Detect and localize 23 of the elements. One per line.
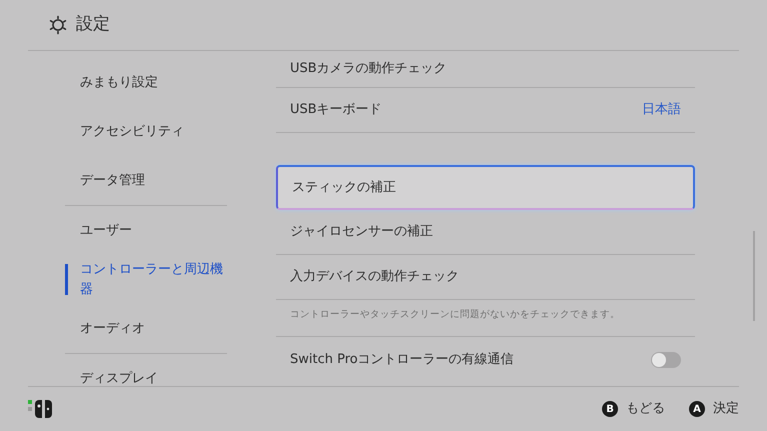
- settings-icon: [48, 15, 68, 35]
- page-title: 設定: [76, 13, 110, 36]
- settings-item[interactable]: USBカメラの動作チェック: [276, 51, 695, 88]
- button-glyph: A: [689, 401, 705, 417]
- setting-label: Switch Proコントローラーの有線通信: [290, 351, 514, 369]
- settings-item[interactable]: スティックの補正: [276, 165, 695, 210]
- toggle-switch[interactable]: [651, 352, 681, 368]
- setting-value: 日本語: [642, 101, 681, 120]
- sidebar-item[interactable]: アクセシビリティ: [65, 107, 227, 156]
- sidebar-item[interactable]: ディスプレイ: [65, 354, 227, 386]
- action-label[interactable]: 決定: [713, 399, 739, 419]
- settings-item[interactable]: ジャイロセンサーの補正: [276, 210, 695, 255]
- action-label[interactable]: もどる: [626, 399, 665, 419]
- sidebar-item[interactable]: データ管理: [65, 156, 227, 205]
- sidebar-item[interactable]: みまもり設定: [65, 58, 227, 107]
- button-glyph: B: [602, 401, 618, 417]
- setting-description: コントローラーやタッチスクリーンに問題がないかをチェックできます。: [276, 300, 695, 338]
- settings-item[interactable]: USBキーボード 日本語: [276, 88, 695, 133]
- sidebar-item[interactable]: コントローラーと周辺機器: [65, 255, 227, 304]
- settings-item[interactable]: 入力デバイスの動作チェック: [276, 255, 695, 300]
- sidebar-item[interactable]: ユーザー: [65, 206, 227, 255]
- sidebar-item[interactable]: オーディオ: [65, 304, 227, 353]
- scrollbar[interactable]: [753, 231, 755, 321]
